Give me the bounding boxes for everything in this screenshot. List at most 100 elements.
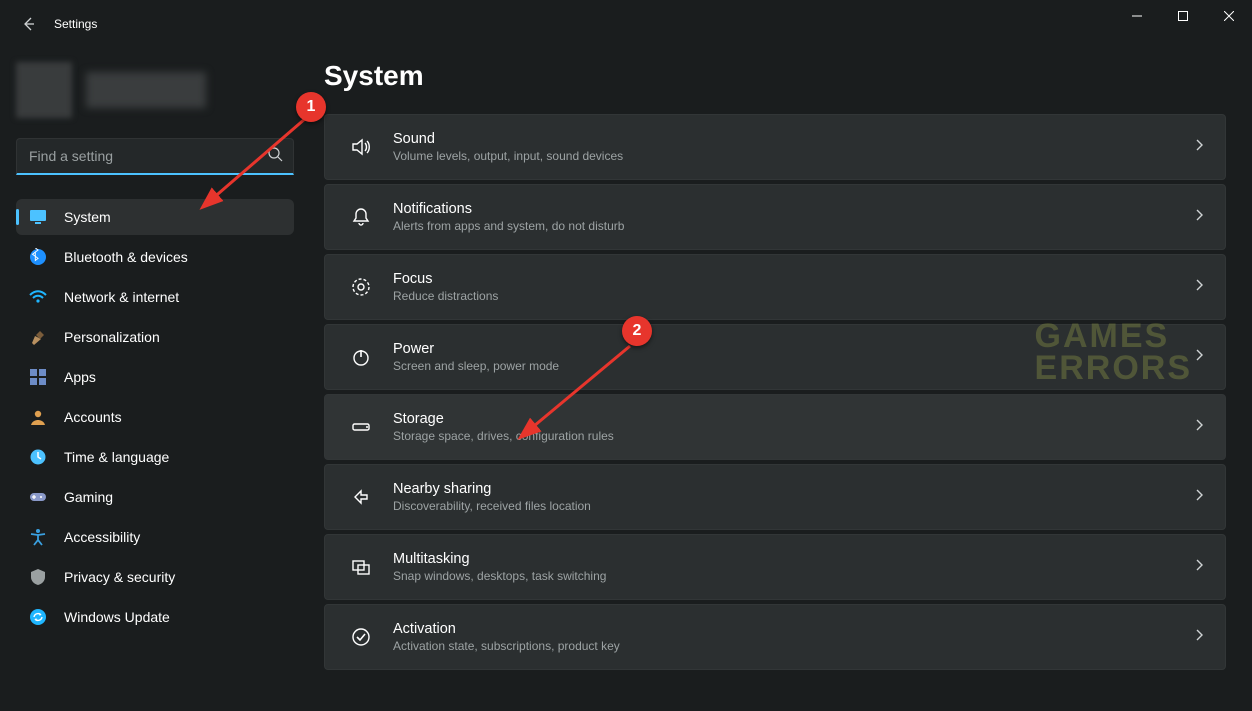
avatar (16, 62, 72, 118)
sidebar-item-privacy-security[interactable]: Privacy & security (16, 559, 294, 595)
sidebar-item-label: Gaming (64, 489, 113, 505)
sidebar-item-apps[interactable]: Apps (16, 359, 294, 395)
profile-block[interactable] (16, 62, 294, 118)
sidebar-item-label: Time & language (64, 449, 169, 465)
card-title: Activation (393, 621, 620, 637)
focus-icon (343, 276, 379, 298)
page-title: System (324, 60, 1226, 92)
shield-icon (28, 567, 48, 587)
watermark-line1: GAMES (1035, 320, 1192, 352)
accessibility-icon (28, 527, 48, 547)
card-title: Multitasking (393, 551, 606, 567)
card-title: Storage (393, 411, 614, 427)
sidebar-item-system[interactable]: System (16, 199, 294, 235)
card-notifications[interactable]: Notifications Alerts from apps and syste… (324, 184, 1226, 250)
card-subtitle: Reduce distractions (393, 289, 498, 303)
grid-icon (28, 367, 48, 387)
watermark: GAMES ERRORS (1035, 320, 1192, 385)
sidebar-item-accounts[interactable]: Accounts (16, 399, 294, 435)
sidebar-item-personalization[interactable]: Personalization (16, 319, 294, 355)
close-button[interactable] (1206, 0, 1252, 32)
clock-icon (28, 447, 48, 467)
card-focus[interactable]: Focus Reduce distractions (324, 254, 1226, 320)
card-sound[interactable]: Sound Volume levels, output, input, soun… (324, 114, 1226, 180)
sidebar-item-label: Windows Update (64, 609, 170, 625)
sidebar-item-label: Personalization (64, 329, 160, 345)
chevron-right-icon (1193, 208, 1205, 226)
sidebar-item-bluetooth-devices[interactable]: Bluetooth & devices (16, 239, 294, 275)
update-icon (28, 607, 48, 627)
card-subtitle: Activation state, subscriptions, product… (393, 639, 620, 653)
watermark-line2: ERRORS (1035, 352, 1192, 384)
card-text: Sound Volume levels, output, input, soun… (393, 131, 623, 163)
chevron-right-icon (1193, 488, 1205, 506)
card-subtitle: Volume levels, output, input, sound devi… (393, 149, 623, 163)
card-multitasking[interactable]: Multitasking Snap windows, desktops, tas… (324, 534, 1226, 600)
minimize-icon (1132, 11, 1142, 21)
search-box[interactable] (16, 138, 294, 175)
power-icon (343, 346, 379, 368)
card-text: Nearby sharing Discoverability, received… (393, 481, 591, 513)
card-subtitle: Screen and sleep, power mode (393, 359, 559, 373)
chevron-right-icon (1193, 278, 1205, 296)
search-icon (267, 146, 283, 167)
profile-name (86, 72, 206, 108)
sidebar-item-label: Network & internet (64, 289, 179, 305)
card-storage[interactable]: Storage Storage space, drives, configura… (324, 394, 1226, 460)
card-nearby[interactable]: Nearby sharing Discoverability, received… (324, 464, 1226, 530)
nearby-icon (343, 486, 379, 508)
chevron-right-icon (1193, 138, 1205, 156)
card-text: Focus Reduce distractions (393, 271, 498, 303)
chevron-right-icon (1193, 558, 1205, 576)
gamepad-icon (28, 487, 48, 507)
sidebar-item-label: Accessibility (64, 529, 140, 545)
chevron-right-icon (1193, 418, 1205, 436)
card-subtitle: Snap windows, desktops, task switching (393, 569, 606, 583)
window-controls (1114, 0, 1252, 48)
bluetooth-icon (28, 247, 48, 267)
activation-icon (343, 626, 379, 648)
sidebar-item-label: System (64, 209, 111, 225)
sidebar-item-label: Privacy & security (64, 569, 175, 585)
arrow-left-icon (21, 16, 37, 32)
monitor-icon (28, 207, 48, 227)
chevron-right-icon (1193, 348, 1205, 366)
app-title: Settings (54, 17, 97, 31)
brush-icon (28, 327, 48, 347)
titlebar: Settings (0, 0, 1252, 48)
sidebar-item-windows-update[interactable]: Windows Update (16, 599, 294, 635)
chevron-right-icon (1193, 628, 1205, 646)
card-text: Notifications Alerts from apps and syste… (393, 201, 624, 233)
sidebar-nav: System Bluetooth & devices Network & inter… (16, 199, 294, 635)
card-activation[interactable]: Activation Activation state, subscriptio… (324, 604, 1226, 670)
sidebar-item-label: Accounts (64, 409, 122, 425)
card-text: Power Screen and sleep, power mode (393, 341, 559, 373)
sound-icon (343, 136, 379, 158)
sidebar-item-gaming[interactable]: Gaming (16, 479, 294, 515)
card-title: Sound (393, 131, 623, 147)
person-icon (28, 407, 48, 427)
card-title: Notifications (393, 201, 624, 217)
card-text: Multitasking Snap windows, desktops, tas… (393, 551, 606, 583)
wifi-icon (28, 287, 48, 307)
card-text: Activation Activation state, subscriptio… (393, 621, 620, 653)
storage-icon (343, 416, 379, 438)
annotation-marker-1: 1 (296, 92, 326, 122)
search-input[interactable] (17, 139, 293, 173)
notifications-icon (343, 206, 379, 228)
sidebar-item-network-internet[interactable]: Network & internet (16, 279, 294, 315)
card-title: Power (393, 341, 559, 357)
card-subtitle: Storage space, drives, configuration rul… (393, 429, 614, 443)
minimize-button[interactable] (1114, 0, 1160, 32)
back-button[interactable] (14, 9, 44, 39)
card-title: Focus (393, 271, 498, 287)
sidebar: System Bluetooth & devices Network & inter… (0, 48, 310, 711)
sidebar-item-time-language[interactable]: Time & language (16, 439, 294, 475)
maximize-button[interactable] (1160, 0, 1206, 32)
card-text: Storage Storage space, drives, configura… (393, 411, 614, 443)
sidebar-item-label: Bluetooth & devices (64, 249, 188, 265)
multitasking-icon (343, 556, 379, 578)
sidebar-item-accessibility[interactable]: Accessibility (16, 519, 294, 555)
settings-cards: Sound Volume levels, output, input, soun… (324, 114, 1226, 670)
close-icon (1224, 11, 1234, 21)
